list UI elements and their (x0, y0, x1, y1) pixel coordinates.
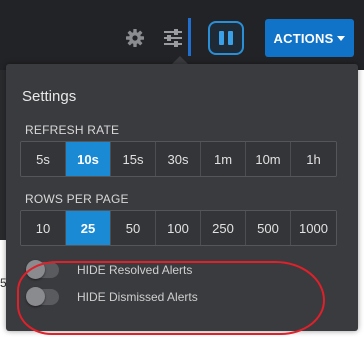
actions-button[interactable]: ACTIONS (265, 19, 354, 57)
refresh-option[interactable]: 1h (291, 142, 336, 176)
settings-popover: Settings REFRESH RATE 5s 10s 15s 30s 1m … (6, 64, 358, 331)
rows-per-page-label: ROWS PER PAGE (25, 192, 129, 206)
settings-title: Settings (22, 88, 77, 105)
refresh-option[interactable]: 15s (111, 142, 156, 176)
rows-per-page-selector: 10 25 50 100 250 500 1000 (20, 210, 337, 246)
rows-option[interactable]: 50 (111, 211, 156, 245)
rows-option[interactable]: 1000 (291, 211, 336, 245)
refresh-option-selected[interactable]: 10s (66, 142, 111, 176)
rows-option[interactable]: 500 (246, 211, 291, 245)
rows-option[interactable]: 10 (21, 211, 66, 245)
rows-option[interactable]: 100 (156, 211, 201, 245)
hide-dismissed-toggle[interactable] (26, 287, 59, 306)
refresh-option[interactable]: 10m (246, 142, 291, 176)
refresh-option[interactable]: 30s (156, 142, 201, 176)
popover-pointer (172, 56, 188, 64)
rows-option[interactable]: 250 (201, 211, 246, 245)
toolbar-divider (188, 18, 191, 56)
pause-button[interactable] (208, 21, 244, 55)
hide-dismissed-row: HIDE Dismissed Alerts (26, 287, 198, 306)
hide-resolved-label: HIDE Resolved Alerts (77, 263, 193, 277)
gear-icon[interactable] (124, 27, 146, 49)
sliders-icon[interactable] (160, 25, 186, 51)
refresh-rate-selector: 5s 10s 15s 30s 1m 10m 1h (20, 141, 337, 177)
caret-down-icon (337, 35, 346, 41)
hide-dismissed-label: HIDE Dismissed Alerts (77, 290, 198, 304)
refresh-rate-label: REFRESH RATE (25, 123, 120, 137)
pause-icon (217, 31, 235, 45)
hide-resolved-row: HIDE Resolved Alerts (26, 260, 193, 279)
refresh-option[interactable]: 5s (21, 142, 66, 176)
hide-resolved-toggle[interactable] (26, 260, 59, 279)
refresh-option[interactable]: 1m (201, 142, 246, 176)
actions-label: ACTIONS (273, 30, 334, 46)
rows-option-selected[interactable]: 25 (66, 211, 111, 245)
